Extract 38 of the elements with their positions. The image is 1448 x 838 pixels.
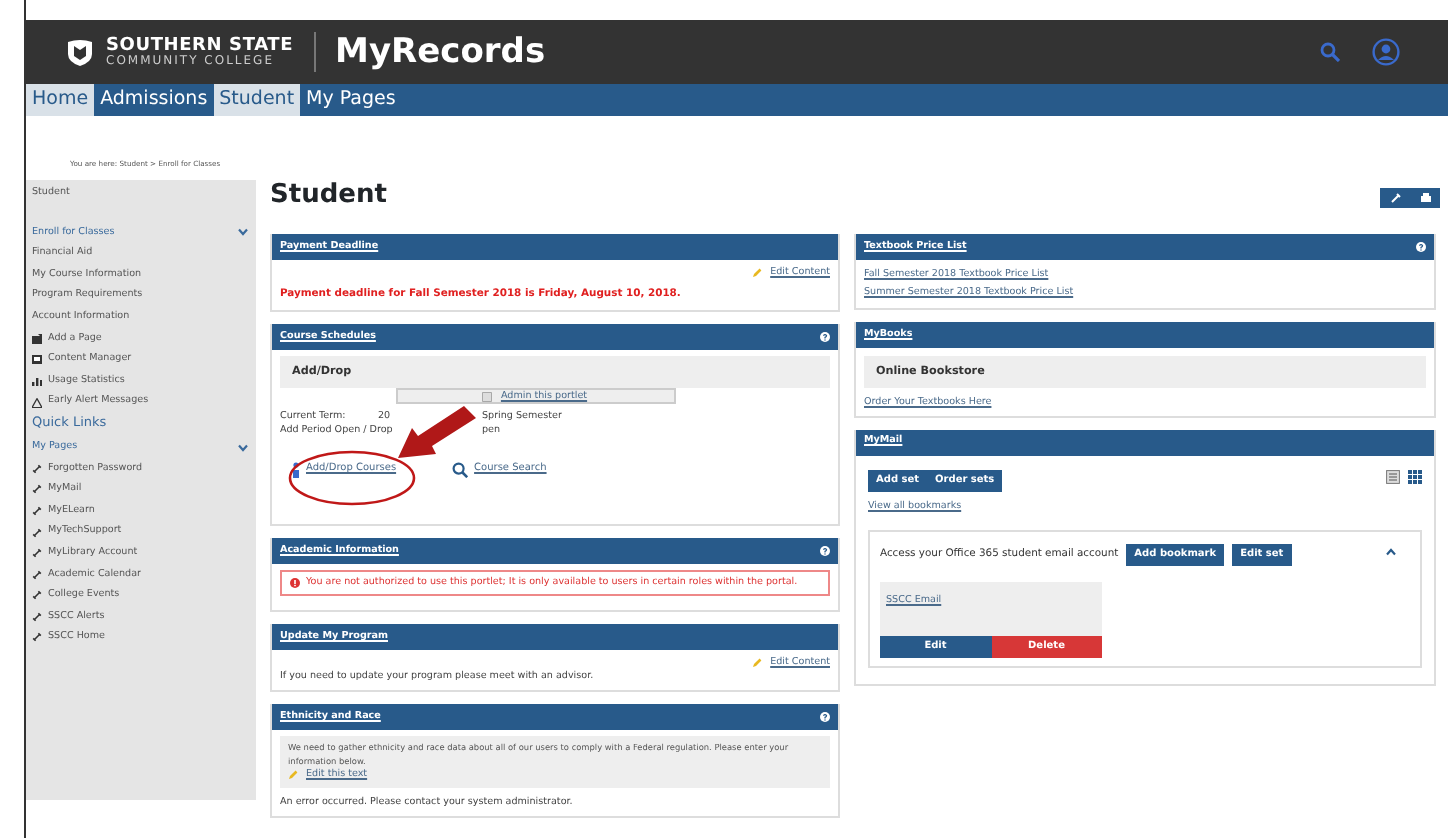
pencil-icon bbox=[752, 268, 763, 279]
link-icon bbox=[32, 548, 42, 559]
pencil-icon bbox=[752, 658, 763, 669]
printer-icon bbox=[1419, 192, 1431, 204]
grid-view-icon bbox=[1408, 469, 1422, 484]
college-name: SOUTHERN STATE bbox=[106, 37, 294, 55]
link-icon bbox=[32, 527, 42, 538]
bar-chart-icon bbox=[32, 375, 42, 386]
arrow-drawing bbox=[398, 406, 476, 458]
link-icon bbox=[32, 484, 42, 495]
print-button[interactable] bbox=[1410, 188, 1440, 208]
link-icon bbox=[32, 505, 42, 516]
nav-tab[interactable]: Admissions bbox=[94, 84, 214, 116]
link-icon bbox=[32, 463, 42, 474]
shield-logo-icon bbox=[66, 38, 94, 66]
error-icon bbox=[290, 577, 300, 588]
link-icon bbox=[32, 590, 42, 601]
search-icon bbox=[452, 461, 469, 478]
nav-tab[interactable]: Home bbox=[26, 84, 95, 116]
page-title: Student bbox=[270, 180, 387, 210]
link-icon bbox=[32, 569, 42, 580]
app-title: MyRecords bbox=[335, 32, 546, 72]
link-icon bbox=[32, 632, 42, 643]
nav-tab[interactable]: Student bbox=[213, 84, 301, 116]
pencil-icon bbox=[288, 770, 298, 781]
link-icon bbox=[32, 611, 42, 622]
search-icon bbox=[1320, 42, 1340, 62]
warning-icon bbox=[32, 397, 42, 408]
nav-tab[interactable]: My Pages bbox=[300, 84, 402, 116]
person-icon bbox=[292, 461, 300, 478]
window-icon bbox=[32, 354, 42, 365]
list-view-icon bbox=[1386, 469, 1400, 484]
tools-button[interactable] bbox=[1380, 188, 1410, 208]
broken-image-icon bbox=[482, 391, 493, 402]
highlight-ellipse bbox=[288, 450, 416, 506]
user-avatar-icon bbox=[1372, 38, 1400, 66]
page-icon bbox=[32, 333, 42, 344]
wrench-icon bbox=[1389, 192, 1401, 204]
